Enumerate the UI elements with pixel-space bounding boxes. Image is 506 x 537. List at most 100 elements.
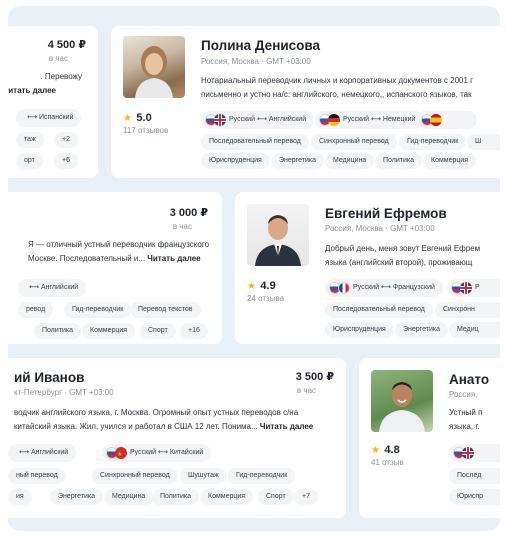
translator-name[interactable]: Евгений Ефремов bbox=[325, 206, 447, 221]
topic-chip-more[interactable]: +6 bbox=[54, 153, 78, 169]
price-value: 4 500 ₽ bbox=[47, 39, 86, 51]
language-pair[interactable]: Русский ⟷ Немецкий bbox=[315, 111, 424, 129]
service-chip[interactable]: Перевод текстов bbox=[130, 302, 201, 318]
description-line: Добрый день, меня зовут Евгений Ефрем bbox=[325, 244, 481, 253]
service-chip-more[interactable]: +2 bbox=[54, 132, 78, 148]
topic-chip[interactable]: Политика bbox=[375, 153, 422, 169]
topic-chip[interactable]: Юриспруденция bbox=[325, 322, 394, 338]
star-icon: ★ bbox=[371, 445, 380, 456]
spain-flag-icon bbox=[430, 114, 442, 126]
topic-chip[interactable]: Политика bbox=[34, 323, 81, 339]
topic-chip[interactable]: Коммерция bbox=[200, 489, 254, 505]
topic-chip[interactable]: Юриспруденция bbox=[201, 153, 270, 169]
star-icon: ★ bbox=[247, 281, 256, 292]
price-unit: в час bbox=[296, 386, 316, 395]
topic-chip-more[interactable]: +16 bbox=[180, 323, 208, 339]
service-chip[interactable]: ревод bbox=[18, 302, 54, 318]
translator-name[interactable]: ий Иванов bbox=[14, 370, 84, 385]
rating: ★ 4.9 bbox=[247, 276, 276, 294]
germany-flag-icon bbox=[328, 114, 340, 126]
topic-chip[interactable]: Спорт bbox=[258, 489, 294, 505]
translator-location: Россия, Москва · GMT +03:00 bbox=[325, 224, 435, 233]
read-more-link[interactable]: Читать далее bbox=[260, 422, 313, 431]
description-line: Устный п bbox=[449, 408, 483, 417]
language-pair[interactable]: ⟷ Английский bbox=[8, 444, 77, 462]
translator-card[interactable]: 4 500 ₽ в час . Перевожу ь... Читать дал… bbox=[8, 26, 98, 178]
translator-card[interactable]: Полина Денисова Россия, Москва · GMT +03… bbox=[111, 26, 500, 178]
translators-showcase: 4 500 ₽ в час . Перевожу ь... Читать дал… bbox=[8, 6, 500, 531]
description-line: языка (английский второй), проживающ bbox=[325, 258, 473, 267]
translator-card[interactable]: ий Иванов кт-Петербург · GMT +03:00 3 50… bbox=[8, 358, 346, 518]
service-chip[interactable]: Последовательный перевод bbox=[325, 302, 433, 318]
france-flag-icon bbox=[338, 282, 350, 294]
topic-chip[interactable]: Юриспр bbox=[449, 489, 500, 505]
description-line: Я — отличный устный переводчик французск… bbox=[28, 240, 210, 249]
language-pair-label: ⟷ Английский bbox=[29, 284, 79, 291]
translator-photo bbox=[247, 204, 309, 266]
service-chip[interactable]: Послед bbox=[449, 468, 500, 484]
description-line: китайский языка. Жил, учился и работал в… bbox=[14, 422, 314, 431]
topic-chip-more[interactable]: +7 bbox=[294, 489, 318, 505]
service-chip[interactable]: таж bbox=[16, 132, 44, 148]
language-pair[interactable]: Русский ⟷ Китайский bbox=[102, 444, 212, 462]
language-pair[interactable]: Р bbox=[447, 279, 500, 297]
portrait-illustration bbox=[379, 382, 425, 432]
service-chip[interactable]: Последовательный перевод bbox=[201, 134, 309, 150]
rating: ★ 5.0 bbox=[123, 108, 152, 126]
translator-name[interactable]: Полина Денисова bbox=[201, 38, 320, 53]
language-pair[interactable]: Русский ⟷ Английский bbox=[201, 111, 315, 129]
service-chip[interactable]: Шушутаж bbox=[180, 468, 227, 484]
language-pair-label: Р bbox=[475, 284, 480, 291]
uk-flag-icon bbox=[460, 282, 472, 294]
read-more-link[interactable]: Читать далее bbox=[147, 254, 200, 263]
translator-card[interactable]: Анато Россия, Устный п языка, г. ★ 4.8 4… bbox=[359, 358, 500, 518]
description-line: языка, г. bbox=[449, 422, 480, 431]
reviews-count[interactable]: 41 отзыв bbox=[371, 458, 404, 467]
description-line: Нотариальный переводчик личных и корпора… bbox=[201, 76, 474, 85]
language-pair[interactable]: Русский ⟷ Французский bbox=[325, 279, 443, 297]
price-unit: в час bbox=[172, 222, 192, 231]
language-pair[interactable]: ⟷ Английский bbox=[18, 279, 87, 297]
translator-photo bbox=[123, 36, 185, 98]
topic-chip[interactable]: Коммерция bbox=[423, 153, 477, 169]
translator-card[interactable]: Евгений Ефремов Россия, Москва · GMT +03… bbox=[235, 192, 500, 344]
service-chip[interactable]: Синхронный перевод bbox=[92, 468, 178, 484]
topic-chip[interactable]: Политика bbox=[152, 489, 199, 505]
translator-location: Россия, Москва · GMT +03:00 bbox=[201, 57, 311, 66]
language-pair-label: Русский ⟷ Китайский bbox=[130, 449, 204, 456]
language-pair-label: ⟷ Испанский bbox=[27, 114, 74, 121]
service-chip[interactable]: Ш bbox=[467, 134, 500, 150]
service-chip[interactable]: ный перевод bbox=[8, 468, 66, 484]
language-pair[interactable] bbox=[449, 444, 500, 462]
translator-name[interactable]: Анато bbox=[449, 372, 489, 387]
reviews-count[interactable]: 117 отзывов bbox=[123, 126, 168, 135]
service-chip[interactable]: Гид-переводчик bbox=[64, 302, 132, 318]
translator-card[interactable]: 3 000 ₽ в час Я — отличный устный перево… bbox=[8, 192, 222, 344]
rating-value: 5.0 bbox=[136, 112, 152, 124]
description-line: . Перевожу bbox=[40, 72, 82, 81]
topic-chip[interactable]: Коммерция bbox=[82, 323, 136, 339]
service-chip[interactable]: Гид-переводчик bbox=[228, 468, 296, 484]
language-pair[interactable]: ⟷ Испанский bbox=[16, 109, 82, 127]
translator-location: Россия, bbox=[449, 390, 478, 399]
service-chip[interactable]: Гид-переводчик bbox=[399, 134, 467, 150]
language-pair[interactable] bbox=[417, 111, 477, 129]
topic-chip[interactable]: Спорт bbox=[140, 323, 176, 339]
language-pair-label: Русский ⟷ Немецкий bbox=[343, 116, 416, 123]
description-line: Москве. Последовательный и... Читать дал… bbox=[28, 254, 201, 263]
service-chip[interactable]: Синхронный перевод bbox=[311, 134, 397, 150]
topic-chip[interactable]: Медиц bbox=[449, 322, 500, 338]
topic-chip[interactable]: Энергетика bbox=[271, 153, 324, 169]
topic-chip[interactable]: орт bbox=[16, 153, 43, 169]
topic-chip[interactable]: Медицина bbox=[104, 489, 154, 505]
topic-chip[interactable]: ия bbox=[8, 489, 32, 505]
service-chip[interactable]: Синхронн bbox=[435, 302, 500, 318]
topic-chip[interactable]: Энергетика bbox=[50, 489, 103, 505]
topic-chip[interactable]: Энергетика bbox=[395, 322, 448, 338]
topic-chip[interactable]: Медицина bbox=[325, 153, 375, 169]
reviews-count[interactable]: 24 отзыва bbox=[247, 294, 284, 303]
read-more-link[interactable]: Читать далее bbox=[8, 86, 56, 95]
language-pair-label: Русский ⟷ Английский bbox=[229, 116, 307, 123]
rating-value: 4.9 bbox=[260, 280, 276, 292]
description-line: водчик английского языка, г. Москва. Огр… bbox=[14, 408, 299, 417]
